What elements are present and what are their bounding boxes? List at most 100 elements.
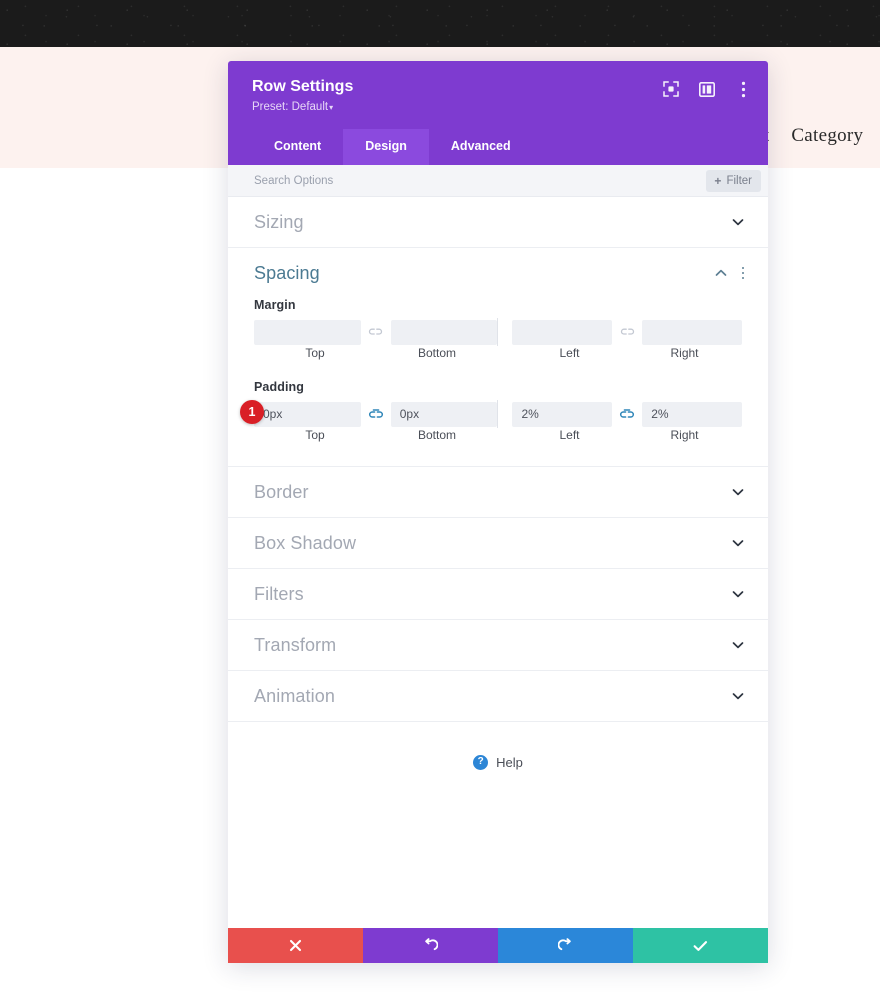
padding-modified-badge: 1 — [240, 400, 264, 424]
section-transform-title: Transform — [254, 635, 731, 656]
padding-bottom-input[interactable] — [391, 402, 498, 427]
chevron-down-icon[interactable] — [731, 215, 745, 229]
padding-left-label: Left — [512, 428, 627, 442]
section-spacing-tools — [714, 266, 745, 280]
chevron-down-icon[interactable] — [731, 587, 745, 601]
section-transform-tools — [731, 638, 745, 652]
preset-caret-icon: ▾ — [329, 103, 333, 112]
margin-right-input[interactable] — [642, 320, 742, 345]
responsive-preview-icon[interactable] — [662, 80, 680, 98]
filter-plus-icon: + — [714, 175, 721, 187]
section-sizing-tools — [731, 215, 745, 229]
site-nav-item-1[interactable]: Category — [791, 125, 863, 146]
section-spacing: Spacing Margin — [228, 248, 768, 467]
margin-left-label: Left — [512, 346, 627, 360]
chevron-up-icon[interactable] — [714, 266, 728, 280]
margin-field-labels: Top Bottom Left Right — [254, 346, 742, 360]
section-transform: Transform — [228, 620, 768, 671]
padding-right-label: Right — [627, 428, 742, 442]
padding-fields: 1 — [254, 400, 742, 428]
section-box-shadow-header[interactable]: Box Shadow — [228, 518, 768, 568]
redo-button[interactable] — [498, 928, 633, 963]
section-spacing-header[interactable]: Spacing — [228, 248, 768, 298]
section-box-shadow-title: Box Shadow — [254, 533, 731, 554]
section-box-shadow-tools — [731, 536, 745, 550]
padding-bottom-label: Bottom — [376, 428, 498, 442]
preset-selector[interactable]: Preset: Default▾ — [252, 100, 750, 115]
check-icon — [693, 940, 708, 952]
help-row[interactable]: ? Help — [228, 722, 768, 778]
section-box-shadow: Box Shadow — [228, 518, 768, 569]
layout-columns-icon[interactable] — [698, 80, 716, 98]
section-animation-tools — [731, 689, 745, 703]
search-bar: + Filter — [228, 165, 768, 197]
margin-top-input[interactable] — [254, 320, 361, 345]
modal-tabs: Content Design Advanced — [252, 129, 750, 165]
section-spacing-menu-icon[interactable] — [741, 267, 745, 280]
section-filters-header[interactable]: Filters — [228, 569, 768, 619]
section-sizing-title: Sizing — [254, 212, 731, 233]
margin-vertical-link-icon[interactable] — [361, 326, 391, 338]
padding-top-input[interactable] — [254, 402, 361, 427]
margin-bottom-input[interactable] — [391, 320, 498, 345]
chevron-down-icon[interactable] — [731, 485, 745, 499]
margin-top-label: Top — [254, 346, 376, 360]
padding-top-label: Top — [254, 428, 376, 442]
padding-horizontal-link-icon[interactable] — [612, 408, 642, 421]
padding-right-input[interactable] — [642, 402, 742, 427]
margin-bottom-label: Bottom — [376, 346, 498, 360]
save-button[interactable] — [633, 928, 768, 963]
undo-icon — [423, 938, 438, 953]
section-border: Border — [228, 467, 768, 518]
chevron-down-icon[interactable] — [731, 638, 745, 652]
padding-label: Padding — [254, 380, 742, 394]
padding-left-input[interactable] — [512, 402, 612, 427]
padding-horizontal-group — [498, 400, 742, 428]
modal-header-icons — [662, 80, 752, 98]
section-filters-tools — [731, 587, 745, 601]
padding-vertical-link-icon[interactable] — [361, 408, 391, 421]
close-icon — [289, 939, 302, 952]
undo-button[interactable] — [363, 928, 498, 963]
modal-header: Row Settings Preset: Default▾ — [228, 61, 768, 165]
help-icon[interactable]: ? — [473, 755, 488, 770]
filter-button-label: Filter — [726, 175, 752, 187]
margin-left-input[interactable] — [512, 320, 612, 345]
section-animation-title: Animation — [254, 686, 731, 707]
section-border-title: Border — [254, 482, 731, 503]
site-dark-banner — [0, 0, 880, 47]
tab-content[interactable]: Content — [252, 129, 343, 165]
screen-root: etCategoryC Row Settings Preset: Default… — [0, 0, 880, 1002]
help-label[interactable]: Help — [496, 755, 523, 770]
section-animation: Animation — [228, 671, 768, 722]
section-filters-title: Filters — [254, 584, 731, 605]
chevron-down-icon[interactable] — [731, 689, 745, 703]
section-animation-header[interactable]: Animation — [228, 671, 768, 721]
section-sizing: Sizing — [228, 197, 768, 248]
modal-footer — [228, 928, 768, 963]
section-border-header[interactable]: Border — [228, 467, 768, 517]
section-transform-header[interactable]: Transform — [228, 620, 768, 670]
padding-field-labels: Top Bottom Left Right — [254, 428, 742, 442]
spacing-content: Margin — [228, 298, 768, 466]
search-input[interactable] — [254, 175, 706, 187]
redo-icon — [558, 938, 573, 953]
cancel-button[interactable] — [228, 928, 363, 963]
site-nav: etCategoryC — [755, 125, 880, 147]
margin-fields — [254, 318, 742, 346]
margin-label: Margin — [254, 298, 742, 312]
chevron-down-icon[interactable] — [731, 536, 745, 550]
filter-button[interactable]: + Filter — [706, 170, 761, 192]
margin-right-label: Right — [627, 346, 742, 360]
modal-body: Sizing Spacing — [228, 197, 768, 928]
section-spacing-title: Spacing — [254, 263, 714, 284]
padding-vertical-group — [254, 400, 497, 428]
more-options-icon[interactable] — [734, 80, 752, 98]
section-sizing-header[interactable]: Sizing — [228, 197, 768, 247]
margin-vertical-group — [254, 318, 497, 346]
tab-design[interactable]: Design — [343, 129, 429, 165]
preset-label: Preset: Default — [252, 101, 328, 113]
section-border-tools — [731, 485, 745, 499]
margin-horizontal-link-icon[interactable] — [612, 326, 642, 338]
tab-advanced[interactable]: Advanced — [429, 129, 533, 165]
